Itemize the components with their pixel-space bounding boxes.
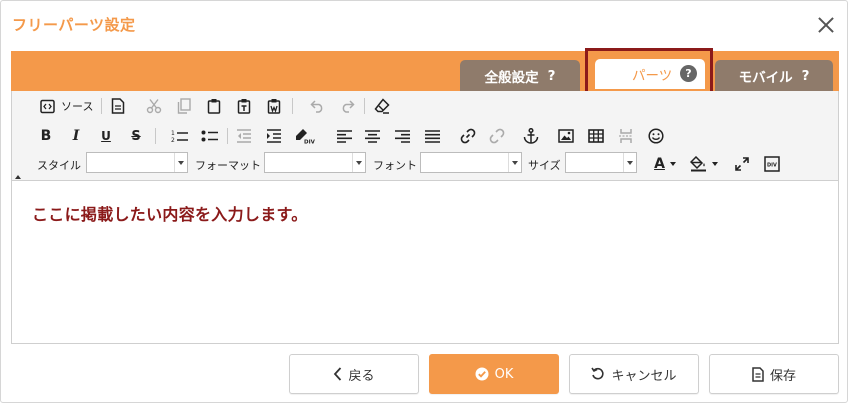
tab-mobile[interactable]: モバイル ? (715, 60, 833, 91)
source-button[interactable]: ソース (40, 96, 98, 116)
toolbar-collapse-icon[interactable] (15, 175, 21, 179)
outdent-icon[interactable] (234, 126, 254, 146)
chevron-down-icon (669, 162, 676, 166)
save-button-label: 保存 (769, 368, 796, 384)
chevron-down-icon (712, 162, 718, 166)
table-icon[interactable] (586, 126, 606, 146)
chevron-down-icon (352, 153, 365, 172)
create-div-icon[interactable]: DIV (294, 126, 316, 146)
undo-icon[interactable] (307, 96, 327, 116)
tab-general-label: 全般設定 (484, 69, 539, 86)
paste-text-icon[interactable] (234, 96, 254, 116)
format-label: フォーマット (195, 159, 261, 172)
redo-icon[interactable] (337, 96, 357, 116)
toolbar-separator (227, 128, 228, 144)
tab-parts[interactable]: パーツ ? (595, 59, 705, 89)
back-button-label: 戻る (348, 368, 375, 384)
size-select[interactable] (565, 152, 637, 173)
align-center-icon[interactable] (362, 126, 382, 146)
chevron-down-icon (508, 153, 521, 172)
dialog-title: フリーパーツ設定 (12, 16, 136, 34)
bold-button[interactable]: B (38, 126, 54, 146)
editor-toolbar: ソース B I U S 1 2 DIV スタイル フォーマット フォント サイズ… (12, 91, 838, 181)
editor-content[interactable]: ここに掲載したい内容を入力します。 (32, 201, 308, 225)
font-label: フォント (373, 159, 417, 172)
link-icon[interactable] (458, 126, 478, 146)
maximize-icon[interactable] (732, 154, 752, 174)
style-select[interactable] (86, 152, 188, 173)
background-color-icon (690, 156, 707, 172)
tab-bar: 全般設定 ? パーツ ? モバイル ? (11, 48, 839, 94)
image-icon[interactable] (556, 126, 576, 146)
text-color-button[interactable]: A (650, 154, 680, 174)
back-button[interactable]: 戻る (289, 354, 419, 394)
help-icon[interactable]: ? (548, 68, 556, 84)
svg-text:2: 2 (171, 137, 175, 143)
close-icon[interactable] (815, 14, 837, 36)
rich-text-editor: ソース B I U S 1 2 DIV スタイル フォーマット フォント サイズ… (11, 91, 839, 344)
tab-general[interactable]: 全般設定 ? (460, 60, 580, 91)
page-break-icon[interactable] (616, 126, 636, 146)
cancel-button[interactable]: キャンセル (569, 354, 699, 394)
ok-button[interactable]: OK (429, 354, 559, 394)
svg-text:1: 1 (171, 130, 175, 137)
tab-parts-highlight: パーツ ? (585, 48, 713, 94)
check-circle-icon (475, 367, 489, 381)
strike-button[interactable]: S (128, 126, 144, 146)
template-icon[interactable] (108, 96, 128, 116)
italic-button[interactable]: I (68, 126, 84, 146)
copy-icon[interactable] (174, 96, 194, 116)
cut-icon[interactable] (144, 96, 164, 116)
unlink-icon[interactable] (487, 126, 507, 146)
anchor-icon[interactable] (521, 126, 541, 146)
align-right-icon[interactable] (392, 126, 412, 146)
toolbar-separator (155, 128, 156, 144)
align-left-icon[interactable] (334, 126, 354, 146)
paste-icon[interactable] (204, 96, 224, 116)
ok-button-label: OK (494, 366, 514, 382)
text-color-icon: A (654, 156, 665, 172)
document-icon (752, 366, 764, 382)
smiley-icon[interactable] (646, 126, 666, 146)
chevron-down-icon (623, 153, 636, 172)
free-parts-dialog: フリーパーツ設定 全般設定 ? パーツ ? モバイル ? ソース B I U S… (0, 0, 848, 403)
toolbar-separator (364, 98, 365, 114)
tab-mobile-label: モバイル (738, 69, 793, 86)
justify-icon[interactable] (422, 126, 442, 146)
font-select[interactable] (420, 152, 522, 173)
source-label: ソース (61, 100, 94, 113)
help-icon[interactable]: ? (680, 65, 697, 82)
svg-text:DIV: DIV (767, 163, 777, 169)
tab-parts-label: パーツ (632, 68, 673, 84)
help-icon[interactable]: ? (802, 68, 810, 84)
numbered-list-icon[interactable]: 12 (170, 126, 190, 146)
underline-button[interactable]: U (98, 126, 114, 146)
bulleted-list-icon[interactable] (200, 126, 220, 146)
size-label: サイズ (528, 159, 561, 172)
undo-arrow-icon (591, 367, 605, 381)
format-select[interactable] (264, 152, 366, 173)
source-icon (40, 99, 55, 114)
background-color-button[interactable] (688, 154, 720, 174)
show-blocks-icon[interactable]: DIV (762, 154, 782, 174)
indent-icon[interactable] (264, 126, 284, 146)
style-label: スタイル (37, 159, 81, 172)
remove-format-icon[interactable] (372, 96, 392, 116)
cancel-button-label: キャンセル (611, 368, 677, 384)
chevron-left-icon (333, 367, 342, 381)
svg-text:DIV: DIV (304, 140, 315, 145)
paste-word-icon[interactable] (264, 96, 284, 116)
toolbar-separator (292, 98, 293, 114)
toolbar-separator (101, 98, 102, 114)
chevron-down-icon (174, 153, 187, 172)
save-button[interactable]: 保存 (709, 354, 839, 394)
